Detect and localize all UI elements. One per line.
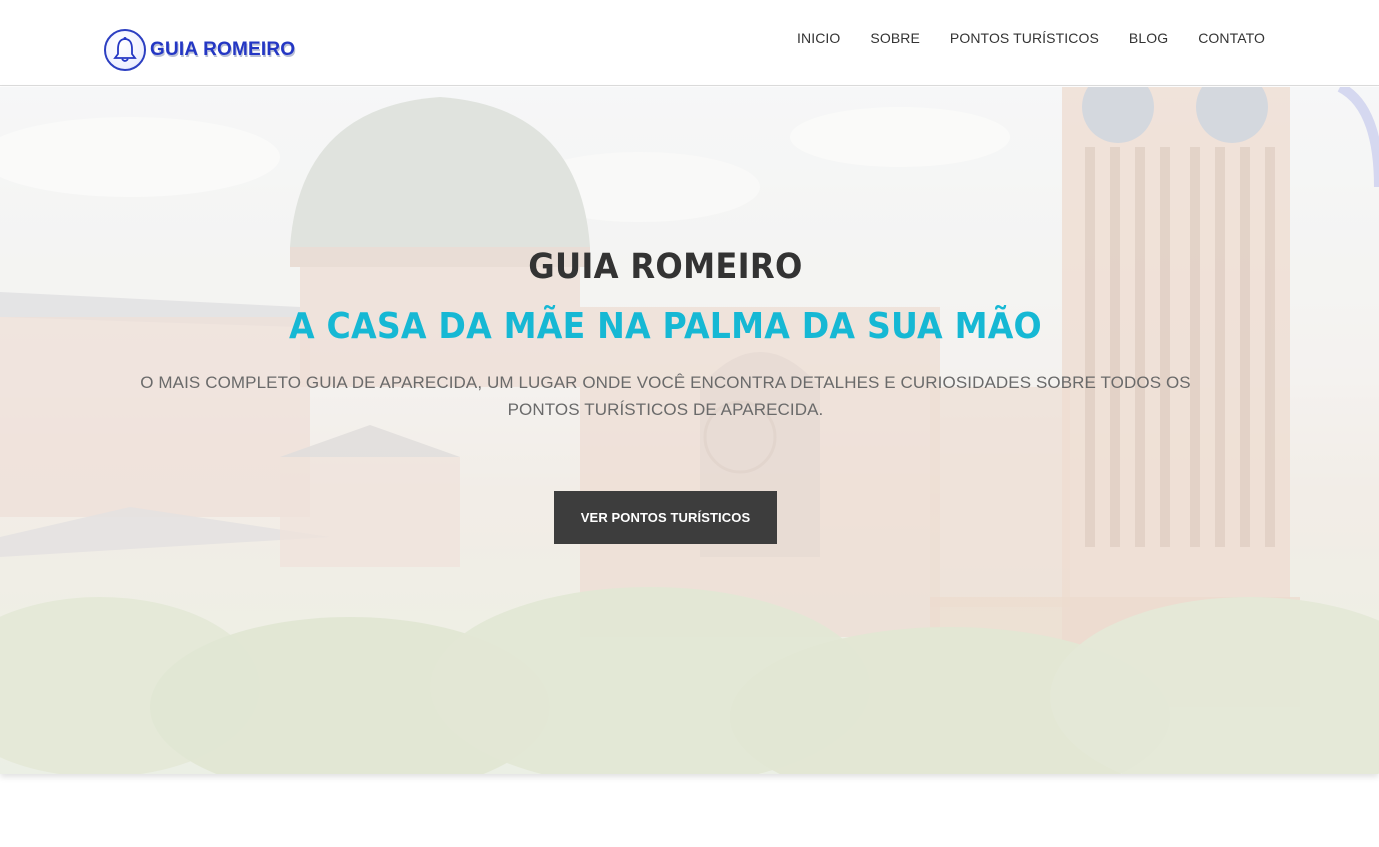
nav-item-inicio[interactable]: INICIO [782,29,855,47]
nav-item-sobre[interactable]: SOBRE [855,29,935,47]
nav-item-contato[interactable]: CONTATO [1183,29,1280,47]
nav-item-blog[interactable]: BLOG [1114,29,1183,47]
hero-section: GUIA ROMEIRO A CASA DA MÃE NA PALMA DA S… [0,87,1379,774]
hero-content: GUIA ROMEIRO A CASA DA MÃE NA PALMA DA S… [0,87,1379,774]
site-logo[interactable]: GUIA ROMEIRO [104,29,295,71]
bell-icon [104,29,146,71]
main-nav: INICIO SOBRE PONTOS TURÍSTICOS BLOG CONT… [782,29,1280,47]
hero-title: GUIA ROMEIRO [528,247,803,287]
logo-text: GUIA ROMEIRO [150,39,296,60]
nav-item-pontos-turisticos[interactable]: PONTOS TURÍSTICOS [935,29,1114,47]
site-header: GUIA ROMEIRO INICIO SOBRE PONTOS TURÍSTI… [0,0,1379,86]
view-tourist-spots-button[interactable]: VER PONTOS TURÍSTICOS [554,491,777,544]
hero-description: O MAIS COMPLETO GUIA DE APARECIDA, UM LU… [140,373,1191,419]
hero-subtitle: A CASA DA MÃE NA PALMA DA SUA MÃO [289,306,1042,347]
